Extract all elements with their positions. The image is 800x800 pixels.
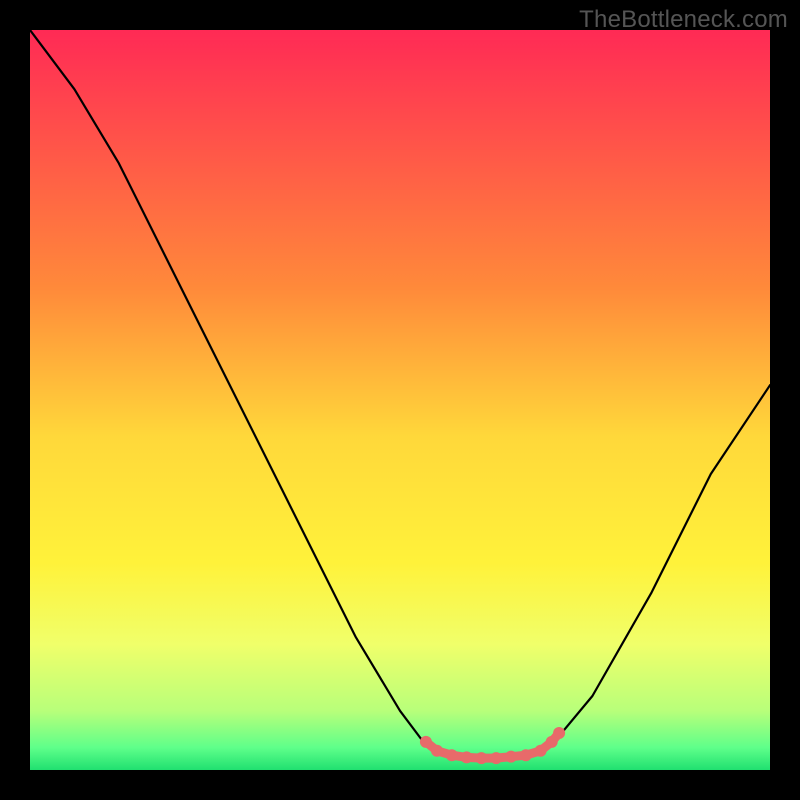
chart-frame: TheBottleneck.com [0,0,800,800]
watermark-text: TheBottleneck.com [579,6,788,34]
plot-area [30,30,770,770]
marker [461,751,473,763]
marker [431,745,443,757]
marker [475,752,487,764]
marker [490,752,502,764]
chart-svg [30,30,770,770]
marker [520,749,532,761]
marker [446,749,458,761]
marker [535,745,547,757]
marker [553,727,565,739]
marker [420,736,432,748]
marker [505,751,517,763]
gradient-background [30,30,770,770]
